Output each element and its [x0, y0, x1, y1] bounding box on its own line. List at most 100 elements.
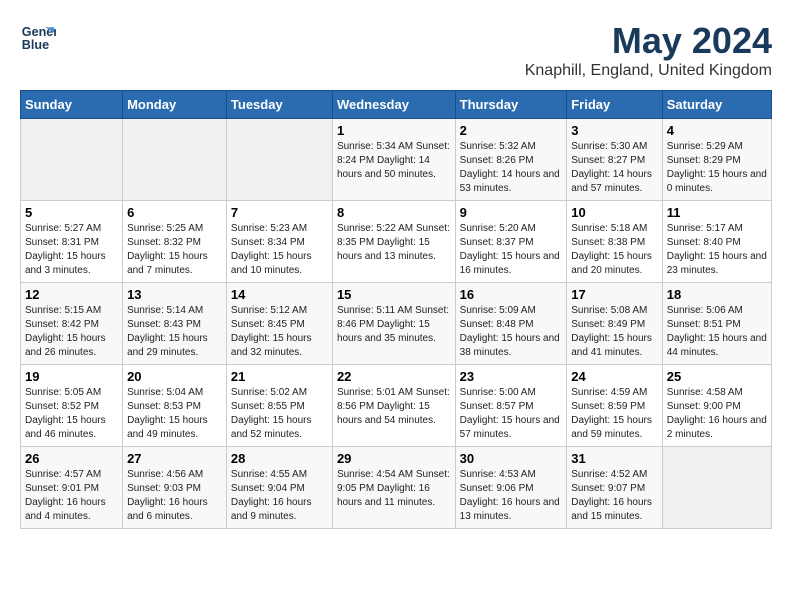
day-number: 9	[460, 205, 563, 220]
day-cell: 5 Sunrise: 5:27 AM Sunset: 8:31 PM Daylig…	[21, 201, 123, 283]
day-cell	[123, 119, 227, 201]
day-info: Sunrise: 5:32 AM Sunset: 8:26 PM Dayligh…	[460, 140, 563, 196]
day-number: 11	[667, 205, 767, 220]
day-number: 18	[667, 287, 767, 302]
day-info: Sunrise: 5:02 AM Sunset: 8:55 PM Dayligh…	[231, 386, 328, 442]
day-cell: 4 Sunrise: 5:29 AM Sunset: 8:29 PM Daylig…	[662, 119, 771, 201]
day-info: Sunrise: 5:00 AM Sunset: 8:57 PM Dayligh…	[460, 386, 563, 442]
day-number: 30	[460, 451, 563, 466]
day-number: 1	[337, 123, 451, 138]
day-info: Sunrise: 5:12 AM Sunset: 8:45 PM Dayligh…	[231, 304, 328, 360]
day-info: Sunrise: 5:29 AM Sunset: 8:29 PM Dayligh…	[667, 140, 767, 196]
day-info: Sunrise: 5:15 AM Sunset: 8:42 PM Dayligh…	[25, 304, 118, 360]
col-header-tuesday: Tuesday	[226, 91, 332, 119]
day-info: Sunrise: 4:59 AM Sunset: 8:59 PM Dayligh…	[571, 386, 658, 442]
day-cell: 2 Sunrise: 5:32 AM Sunset: 8:26 PM Daylig…	[455, 119, 567, 201]
subtitle: Knaphill, England, United Kingdom	[525, 62, 772, 80]
logo: General Blue	[20, 20, 56, 56]
day-cell: 13Sunrise: 5:14 AM Sunset: 8:43 PM Dayli…	[123, 283, 227, 365]
day-info: Sunrise: 5:22 AM Sunset: 8:35 PM Dayligh…	[337, 222, 451, 264]
col-header-monday: Monday	[123, 91, 227, 119]
day-cell: 26 Sunrise: 4:57 AM Sunset: 9:01 PM Dayli…	[21, 447, 123, 529]
day-number: 12	[25, 287, 118, 302]
day-info: Sunrise: 5:11 AM Sunset: 8:46 PM Dayligh…	[337, 304, 451, 346]
day-cell: 19Sunrise: 5:05 AM Sunset: 8:52 PM Dayli…	[21, 365, 123, 447]
day-cell: 7 Sunrise: 5:23 AM Sunset: 8:34 PM Daylig…	[226, 201, 332, 283]
day-info: Sunrise: 5:23 AM Sunset: 8:34 PM Dayligh…	[231, 222, 328, 278]
col-header-friday: Friday	[567, 91, 663, 119]
day-number: 20	[127, 369, 222, 384]
week-row-4: 19Sunrise: 5:05 AM Sunset: 8:52 PM Dayli…	[21, 365, 772, 447]
day-cell: 14 Sunrise: 5:12 AM Sunset: 8:45 PM Dayli…	[226, 283, 332, 365]
day-cell	[662, 447, 771, 529]
day-number: 22	[337, 369, 451, 384]
day-cell: 8 Sunrise: 5:22 AM Sunset: 8:35 PM Daylig…	[332, 201, 455, 283]
day-cell: 20 Sunrise: 5:04 AM Sunset: 8:53 PM Dayli…	[123, 365, 227, 447]
day-number: 8	[337, 205, 451, 220]
day-number: 6	[127, 205, 222, 220]
day-cell: 6 Sunrise: 5:25 AM Sunset: 8:32 PM Daylig…	[123, 201, 227, 283]
day-cell: 18Sunrise: 5:06 AM Sunset: 8:51 PM Dayli…	[662, 283, 771, 365]
week-row-5: 26 Sunrise: 4:57 AM Sunset: 9:01 PM Dayli…	[21, 447, 772, 529]
day-cell: 31 Sunrise: 4:52 AM Sunset: 9:07 PM Dayli…	[567, 447, 663, 529]
day-info: Sunrise: 5:01 AM Sunset: 8:56 PM Dayligh…	[337, 386, 451, 428]
day-cell: 1 Sunrise: 5:34 AM Sunset: 8:24 PM Daylig…	[332, 119, 455, 201]
day-number: 14	[231, 287, 328, 302]
day-info: Sunrise: 4:56 AM Sunset: 9:03 PM Dayligh…	[127, 468, 222, 524]
day-info: Sunrise: 5:30 AM Sunset: 8:27 PM Dayligh…	[571, 140, 658, 196]
day-cell: 17Sunrise: 5:08 AM Sunset: 8:49 PM Dayli…	[567, 283, 663, 365]
day-cell: 9 Sunrise: 5:20 AM Sunset: 8:37 PM Daylig…	[455, 201, 567, 283]
svg-text:Blue: Blue	[22, 38, 49, 52]
day-number: 5	[25, 205, 118, 220]
page-header: General Blue May 2024 Knaphill, England,…	[20, 20, 772, 80]
week-row-3: 12 Sunrise: 5:15 AM Sunset: 8:42 PM Dayli…	[21, 283, 772, 365]
col-header-saturday: Saturday	[662, 91, 771, 119]
day-cell: 10 Sunrise: 5:18 AM Sunset: 8:38 PM Dayli…	[567, 201, 663, 283]
day-number: 21	[231, 369, 328, 384]
day-number: 15	[337, 287, 451, 302]
header-row: SundayMondayTuesdayWednesdayThursdayFrid…	[21, 91, 772, 119]
day-number: 10	[571, 205, 658, 220]
day-cell	[21, 119, 123, 201]
title-area: May 2024 Knaphill, England, United Kingd…	[525, 20, 772, 80]
day-info: Sunrise: 5:04 AM Sunset: 8:53 PM Dayligh…	[127, 386, 222, 442]
day-number: 3	[571, 123, 658, 138]
col-header-sunday: Sunday	[21, 91, 123, 119]
day-cell: 29Sunrise: 4:54 AM Sunset: 9:05 PM Dayli…	[332, 447, 455, 529]
day-number: 25	[667, 369, 767, 384]
day-number: 31	[571, 451, 658, 466]
day-number: 4	[667, 123, 767, 138]
day-cell: 15 Sunrise: 5:11 AM Sunset: 8:46 PM Dayli…	[332, 283, 455, 365]
main-title: May 2024	[525, 20, 772, 62]
week-row-2: 5 Sunrise: 5:27 AM Sunset: 8:31 PM Daylig…	[21, 201, 772, 283]
calendar-table: SundayMondayTuesdayWednesdayThursdayFrid…	[20, 90, 772, 529]
day-number: 16	[460, 287, 563, 302]
day-number: 7	[231, 205, 328, 220]
day-number: 26	[25, 451, 118, 466]
day-cell: 12 Sunrise: 5:15 AM Sunset: 8:42 PM Dayli…	[21, 283, 123, 365]
day-info: Sunrise: 5:34 AM Sunset: 8:24 PM Dayligh…	[337, 140, 451, 182]
day-info: Sunrise: 5:09 AM Sunset: 8:48 PM Dayligh…	[460, 304, 563, 360]
day-number: 17	[571, 287, 658, 302]
day-info: Sunrise: 5:25 AM Sunset: 8:32 PM Dayligh…	[127, 222, 222, 278]
day-info: Sunrise: 5:18 AM Sunset: 8:38 PM Dayligh…	[571, 222, 658, 278]
day-cell: 27 Sunrise: 4:56 AM Sunset: 9:03 PM Dayli…	[123, 447, 227, 529]
day-info: Sunrise: 4:58 AM Sunset: 9:00 PM Dayligh…	[667, 386, 767, 442]
day-cell: 21 Sunrise: 5:02 AM Sunset: 8:55 PM Dayli…	[226, 365, 332, 447]
day-cell: 16 Sunrise: 5:09 AM Sunset: 8:48 PM Dayli…	[455, 283, 567, 365]
day-number: 2	[460, 123, 563, 138]
day-number: 23	[460, 369, 563, 384]
day-number: 27	[127, 451, 222, 466]
day-info: Sunrise: 4:52 AM Sunset: 9:07 PM Dayligh…	[571, 468, 658, 524]
day-number: 28	[231, 451, 328, 466]
day-cell: 28 Sunrise: 4:55 AM Sunset: 9:04 PM Dayli…	[226, 447, 332, 529]
week-row-1: 1 Sunrise: 5:34 AM Sunset: 8:24 PM Daylig…	[21, 119, 772, 201]
day-cell	[226, 119, 332, 201]
day-info: Sunrise: 4:57 AM Sunset: 9:01 PM Dayligh…	[25, 468, 118, 524]
day-info: Sunrise: 5:20 AM Sunset: 8:37 PM Dayligh…	[460, 222, 563, 278]
day-number: 29	[337, 451, 451, 466]
day-info: Sunrise: 5:27 AM Sunset: 8:31 PM Dayligh…	[25, 222, 118, 278]
day-number: 19	[25, 369, 118, 384]
day-info: Sunrise: 4:55 AM Sunset: 9:04 PM Dayligh…	[231, 468, 328, 524]
day-cell: 3 Sunrise: 5:30 AM Sunset: 8:27 PM Daylig…	[567, 119, 663, 201]
